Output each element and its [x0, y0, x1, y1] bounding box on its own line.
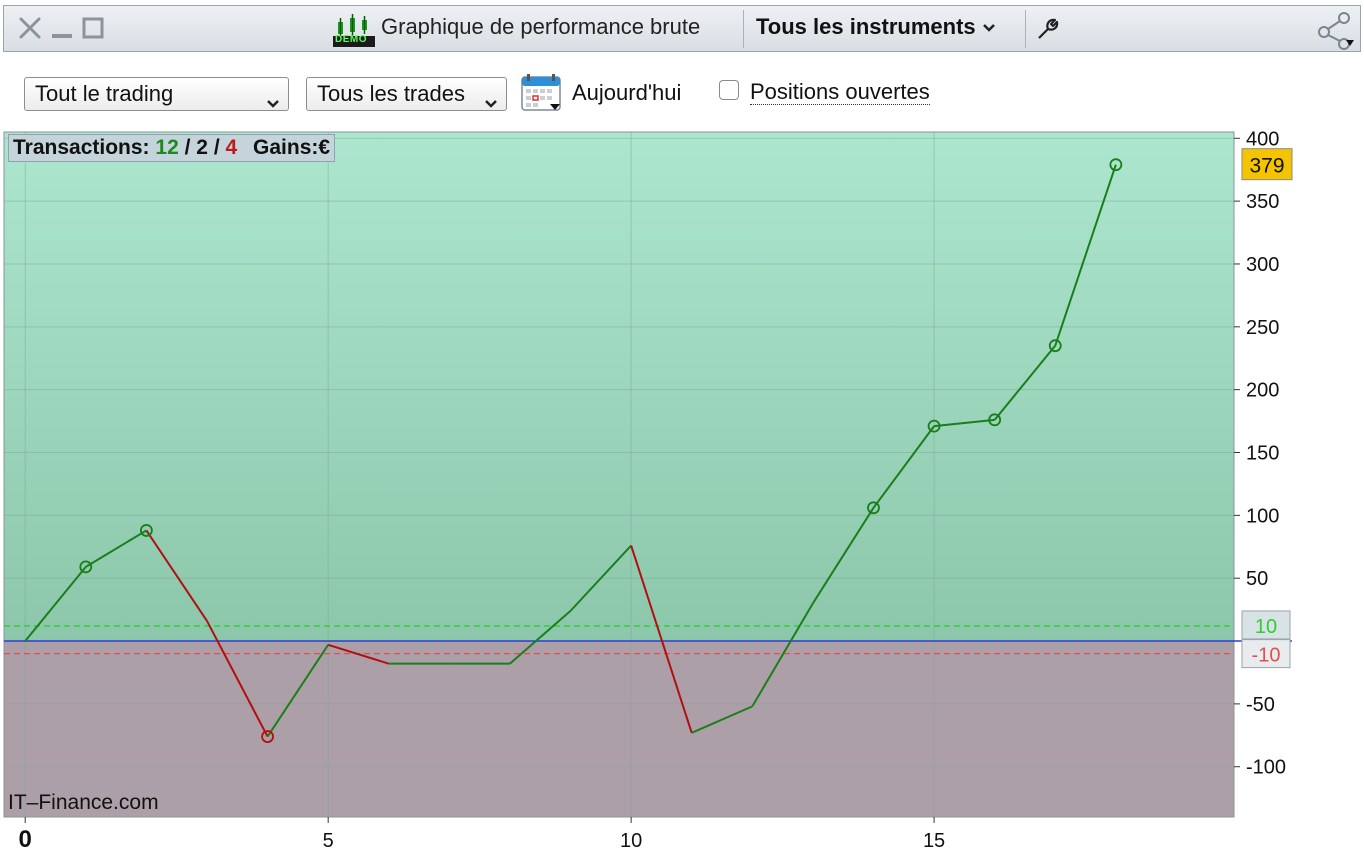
chevron-down-icon	[982, 14, 996, 39]
y-tick-label: 150	[1246, 443, 1279, 465]
wrench-icon[interactable]	[1035, 16, 1061, 47]
loss-zone	[4, 641, 1234, 817]
title-bar: DEMO Graphique de performance brute Tous…	[3, 5, 1361, 52]
trades-select-value: Tous les trades	[317, 81, 465, 106]
watermark: IT–Finance.com	[8, 791, 159, 814]
x-tick-label: 5	[323, 830, 334, 852]
share-icon[interactable]	[1316, 12, 1356, 55]
maximize-icon[interactable]	[82, 16, 104, 45]
y-tick-label: 200	[1246, 380, 1279, 402]
title-separator	[743, 10, 744, 48]
y-tick-label: -50	[1246, 694, 1275, 716]
transactions-total: 12	[155, 136, 179, 159]
performance-chart[interactable]: 400 350 300 250 200 150 100 50 -50 -100 0 5 10 15 37…	[0, 128, 1364, 860]
gains-label: Gains:	[253, 136, 319, 159]
chevron-down-icon	[266, 87, 280, 119]
calendar-icon[interactable]	[521, 73, 563, 118]
demo-chart-icon: DEMO	[330, 14, 378, 53]
x-tick-label: 10	[620, 830, 642, 852]
y-tick-label: 50	[1246, 568, 1268, 590]
minimize-icon[interactable]	[51, 16, 73, 45]
date-label[interactable]: Aujourd'hui	[572, 80, 681, 106]
trading-select[interactable]: Tout le trading	[24, 77, 289, 111]
instrument-selector[interactable]: Tous les instruments	[756, 14, 996, 40]
gains-currency: €	[318, 136, 331, 159]
transactions-mid: 2	[196, 136, 208, 159]
chevron-down-icon	[484, 87, 498, 119]
profit-zone	[4, 132, 1234, 642]
transactions-losses: 4	[225, 136, 238, 159]
instrument-selector-label: Tous les instruments	[756, 14, 976, 39]
title-separator	[1025, 10, 1026, 48]
summary-separator: /	[213, 136, 220, 159]
window-title: Graphique de performance brute	[381, 14, 701, 39]
last-value-label: 379	[1249, 155, 1284, 178]
transactions-label: Transactions:	[13, 136, 150, 159]
open-positions-checkbox[interactable]	[719, 80, 739, 100]
y-tick-label: 350	[1246, 191, 1279, 213]
y-tick-label: 300	[1246, 254, 1279, 276]
trades-select[interactable]: Tous les trades	[306, 77, 507, 111]
open-positions-label[interactable]: Positions ouvertes	[750, 80, 930, 105]
close-icon[interactable]	[18, 16, 42, 45]
upper-threshold-label: 10	[1255, 616, 1277, 638]
x-tick-label: 0	[19, 826, 32, 853]
lower-threshold-label: -10	[1252, 645, 1281, 667]
transactions-summary: Transactions: 12 / 2 / 4 Gains:€	[8, 134, 336, 162]
y-tick-label: 250	[1246, 317, 1279, 339]
trading-select-value: Tout le trading	[35, 81, 174, 106]
y-tick-label: 100	[1246, 505, 1279, 527]
summary-separator: /	[184, 136, 191, 159]
y-tick-label: 400	[1246, 128, 1279, 150]
x-tick-label: 15	[923, 830, 945, 852]
demo-badge: DEMO	[335, 34, 367, 45]
y-tick-label: -100	[1246, 757, 1286, 779]
